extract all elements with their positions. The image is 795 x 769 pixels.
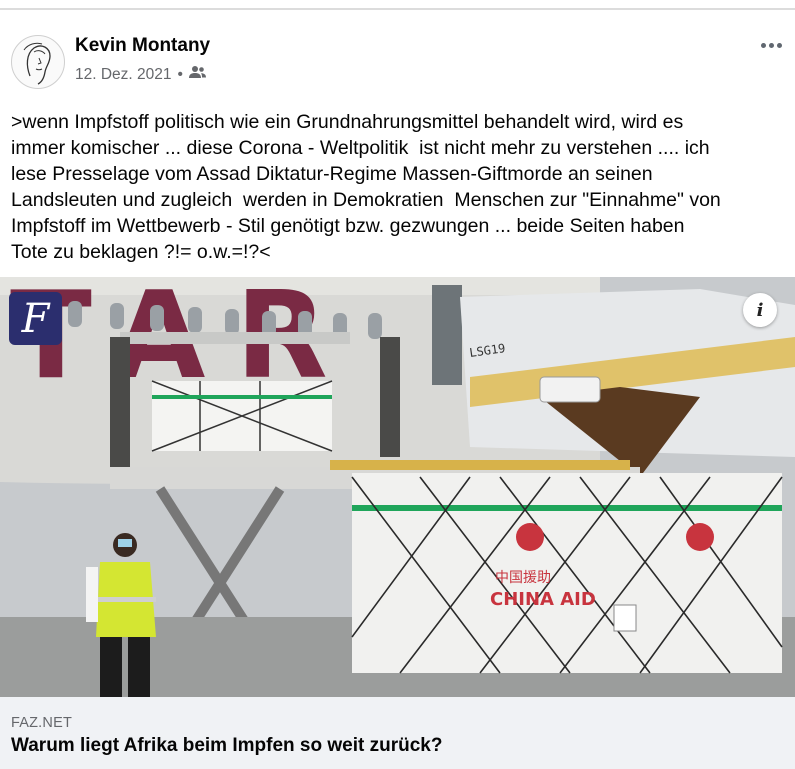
info-icon[interactable]: i: [743, 293, 777, 327]
meta-separator: •: [177, 65, 183, 83]
link-title[interactable]: Warum liegt Afrika beim Impfen so weit z…: [11, 735, 442, 757]
crate-label: CHINA AID: [490, 589, 596, 610]
crate-chinese-text: 中国援助: [495, 570, 551, 586]
friends-icon[interactable]: [188, 65, 206, 84]
link-domain: FAZ.NET: [11, 715, 73, 731]
top-divider: [0, 8, 795, 10]
faz-logo: F: [9, 292, 62, 345]
post-meta: 12. Dez. 2021 •: [75, 65, 206, 84]
post-date[interactable]: 12. Dez. 2021: [75, 66, 172, 84]
link-preview-card[interactable]: FAZ.NET Warum liegt Afrika beim Impfen s…: [0, 697, 795, 769]
post-text: >wenn Impfstoff politisch wie ein Grundn…: [11, 111, 721, 263]
post-header: Kevin Montany 12. Dez. 2021 •: [11, 33, 786, 89]
author-name[interactable]: Kevin Montany: [75, 35, 210, 57]
avatar[interactable]: [11, 35, 65, 89]
link-preview-image[interactable]: TAR LSG19 中国援助 CHINA AID F i: [0, 277, 795, 697]
more-options-icon[interactable]: [756, 33, 786, 57]
